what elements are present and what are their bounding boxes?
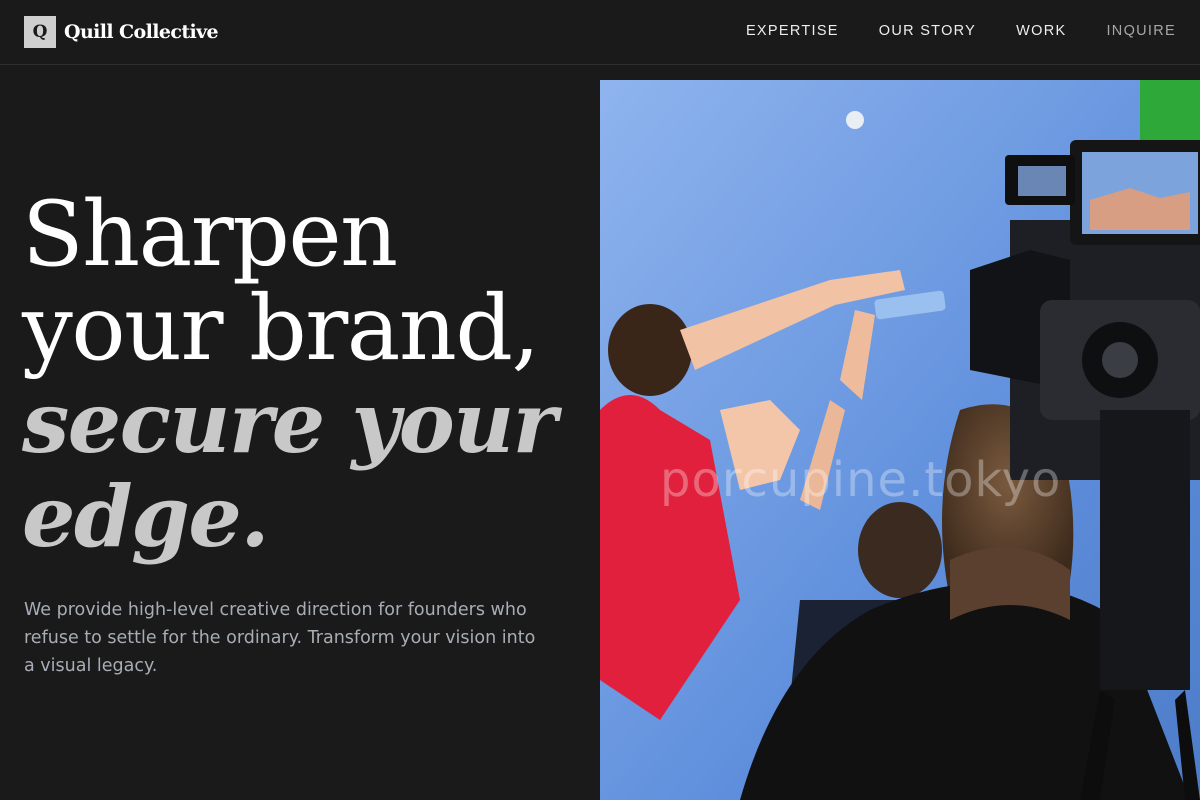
headline-line-3: secure your <box>22 373 557 472</box>
nav-link-expertise[interactable]: EXPERTISE <box>746 23 839 39</box>
brand-name: Quill Collective <box>64 21 219 43</box>
nav-link-inquire[interactable]: INQUIRE <box>1106 23 1176 39</box>
brand-logo-link[interactable]: Q Quill Collective <box>24 16 219 48</box>
brand-mark-icon: Q <box>24 16 56 48</box>
hero-description: We provide high-level creative direction… <box>24 600 536 676</box>
headline-line-1: Sharpen <box>22 182 398 287</box>
film-set-photo <box>600 80 1200 800</box>
hero-headline: Sharpen your brand, secure your edge. <box>22 188 592 564</box>
headline-line-2: your brand, <box>22 276 540 381</box>
nav-link-work[interactable]: WORK <box>1016 23 1066 39</box>
headline-line-4: edge. <box>22 467 270 566</box>
watermark-text: porcupine.tokyo <box>660 452 1062 508</box>
main-nav: EXPERTISE OUR STORY WORK INQUIRE <box>746 0 1176 62</box>
hero-image-film-set <box>600 80 1200 800</box>
nav-link-our-story[interactable]: OUR STORY <box>879 23 976 39</box>
top-navigation-bar: Q Quill Collective EXPERTISE OUR STORY W… <box>0 0 1200 65</box>
